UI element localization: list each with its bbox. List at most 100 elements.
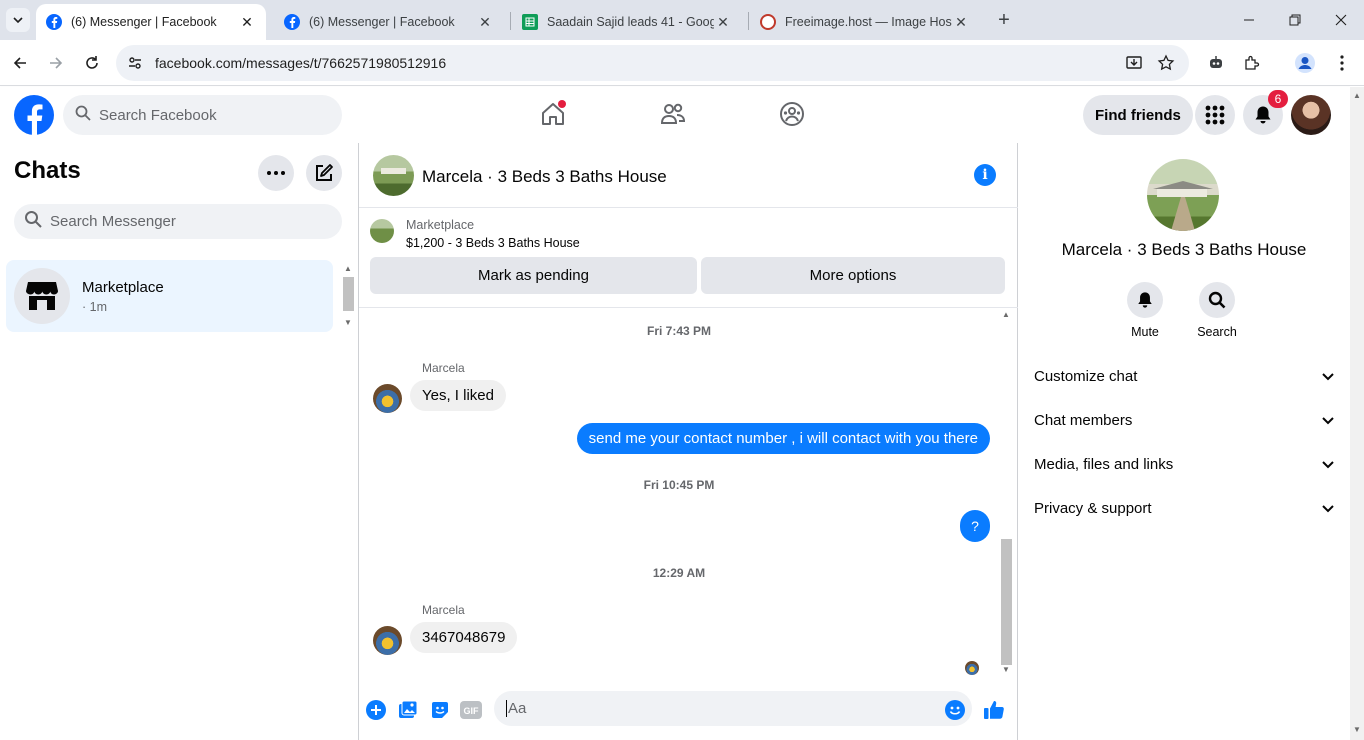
emoji-icon[interactable] [942, 697, 968, 723]
tab-search-dropdown[interactable] [6, 8, 30, 32]
svg-text:GIF: GIF [464, 706, 480, 716]
menu-grid-icon[interactable] [1195, 95, 1235, 135]
notification-badge: 6 [1268, 90, 1288, 108]
customize-chat-section[interactable]: Customize chat [1034, 358, 1334, 394]
browser-menu-icon[interactable] [1328, 49, 1356, 77]
marketplace-store-icon [14, 268, 70, 324]
scroll-thumb[interactable] [343, 277, 354, 311]
new-tab-icon[interactable]: + [992, 9, 1016, 31]
home-notification-dot [558, 100, 566, 108]
bell-icon[interactable] [1127, 282, 1163, 318]
sender-avatar[interactable] [373, 626, 402, 655]
address-bar[interactable]: facebook.com/messages/t/7662571980512916 [116, 45, 1189, 81]
tab-separator [748, 12, 749, 30]
scroll-down-arrow-icon[interactable]: ▼ [1353, 725, 1361, 734]
tab-close-icon[interactable]: ✕ [952, 13, 970, 31]
like-thumbs-up-icon[interactable] [981, 697, 1007, 723]
scroll-down-arrow-icon[interactable]: ▼ [1002, 665, 1010, 674]
seen-receipt-avatar [965, 661, 979, 675]
facebook-logo-icon[interactable] [14, 95, 54, 135]
search-action[interactable]: Search [1187, 282, 1247, 339]
browser-tab-2[interactable]: (6) Messenger | Facebook ✕ [274, 4, 504, 40]
info-title: Marcela · 3 Beds 3 Baths House [1061, 240, 1307, 259]
tab-title: (6) Messenger | Facebook [309, 15, 455, 29]
mark-as-pending-button[interactable]: Mark as pending [370, 257, 697, 294]
incoming-message[interactable]: Yes, I liked [410, 380, 506, 411]
extension-robot-icon[interactable] [1202, 49, 1230, 77]
privacy-support-section[interactable]: Privacy & support [1034, 490, 1334, 526]
message-scrollbar[interactable]: ▲ ▼ [999, 309, 1014, 677]
page-scrollbar[interactable]: ▲ ▼ [1350, 87, 1364, 740]
close-window-icon[interactable] [1318, 0, 1364, 40]
url-text: facebook.com/messages/t/7662571980512916 [155, 55, 447, 71]
marketplace-label: Marketplace [406, 218, 475, 232]
groups-nav-icon[interactable] [777, 99, 807, 129]
facebook-search-input[interactable]: Search Facebook [63, 95, 342, 135]
tab-close-icon[interactable]: ✕ [476, 13, 494, 31]
photo-attach-icon[interactable] [395, 697, 421, 723]
outgoing-message[interactable]: ? [960, 510, 990, 542]
messenger-search-input[interactable]: Search Messenger [14, 204, 342, 239]
outgoing-message[interactable]: send me your contact number , i will con… [576, 423, 990, 454]
listing-title[interactable]: $1,200 - 3 Beds 3 Baths House [406, 236, 580, 250]
scroll-up-arrow-icon[interactable]: ▲ [344, 264, 352, 273]
home-nav-icon[interactable] [538, 99, 568, 129]
chrome-profile-icon[interactable] [1291, 49, 1319, 77]
browser-tab-4[interactable]: Freeimage.host — Image Hostin ✕ [750, 4, 980, 40]
search-icon[interactable] [1199, 282, 1235, 318]
chat-list-scrollbar[interactable]: ▲ ▼ [341, 262, 356, 332]
tab-close-icon[interactable]: ✕ [238, 13, 256, 31]
chat-list-item[interactable]: Marketplace · 1m [6, 260, 333, 332]
sticker-icon[interactable] [427, 697, 453, 723]
extensions-puzzle-icon[interactable] [1238, 49, 1266, 77]
scroll-thumb[interactable] [1001, 539, 1012, 665]
message-input[interactable]: Aa [494, 691, 972, 726]
conversation-info-icon[interactable]: i [974, 164, 996, 186]
message-composer: GIF Aa [359, 685, 1018, 740]
more-options-button[interactable]: More options [701, 257, 1005, 294]
message-sender: Marcela [422, 361, 465, 375]
section-label: Chat members [1034, 411, 1133, 429]
minimize-icon[interactable] [1226, 0, 1272, 40]
restore-icon[interactable] [1272, 0, 1318, 40]
message-timestamp: Fri 10:45 PM [643, 478, 715, 492]
scroll-up-arrow-icon[interactable]: ▲ [1002, 310, 1010, 319]
profile-avatar[interactable] [1291, 95, 1331, 135]
conversation-info-panel: Marcela · 3 Beds 3 Baths House Mute Sear… [1018, 143, 1350, 740]
scroll-up-arrow-icon[interactable]: ▲ [1353, 91, 1361, 100]
conversation-avatar[interactable] [373, 155, 414, 196]
browser-tab-1[interactable]: (6) Messenger | Facebook ✕ [36, 4, 266, 40]
find-friends-button[interactable]: Find friends [1083, 95, 1193, 135]
gif-icon[interactable]: GIF [458, 697, 484, 723]
message-timestamp: 12:29 AM [652, 566, 706, 580]
reload-icon[interactable] [78, 49, 106, 77]
install-app-icon[interactable] [1120, 49, 1148, 77]
conversation-title[interactable]: Marcela · 3 Beds 3 Baths House [422, 167, 667, 187]
back-icon[interactable] [6, 49, 34, 77]
sender-avatar[interactable] [373, 384, 402, 413]
sheets-favicon-icon [522, 14, 538, 30]
mute-action[interactable]: Mute [1115, 282, 1175, 339]
new-message-icon[interactable] [306, 155, 342, 191]
browser-tab-3[interactable]: Saadain Sajid leads 41 - Google ✕ [512, 4, 742, 40]
bookmark-star-icon[interactable] [1152, 49, 1180, 77]
tab-close-icon[interactable]: ✕ [714, 13, 732, 31]
search-label: Search [1197, 325, 1237, 339]
site-info-icon[interactable] [120, 55, 150, 71]
forward-icon[interactable] [42, 49, 70, 77]
scroll-down-arrow-icon[interactable]: ▼ [344, 318, 352, 327]
incoming-message[interactable]: 3467048679 [410, 622, 518, 653]
section-label: Customize chat [1034, 367, 1138, 385]
facebook-favicon-icon [46, 14, 62, 30]
listing-thumbnail[interactable] [370, 219, 394, 243]
listing-avatar[interactable] [1147, 159, 1219, 231]
friends-nav-icon[interactable] [658, 99, 688, 129]
more-actions-plus-icon[interactable] [363, 697, 389, 723]
chevron-down-icon [1322, 456, 1334, 473]
chats-sidebar: Chats Search Messenger Marketplace · 1m … [0, 143, 359, 740]
media-files-links-section[interactable]: Media, files and links [1034, 446, 1334, 482]
chat-members-section[interactable]: Chat members [1034, 402, 1334, 438]
chats-options-button[interactable] [258, 155, 294, 191]
conversation-header: Marcela · 3 Beds 3 Baths House i [359, 143, 1018, 208]
tab-title: (6) Messenger | Facebook [71, 15, 217, 29]
